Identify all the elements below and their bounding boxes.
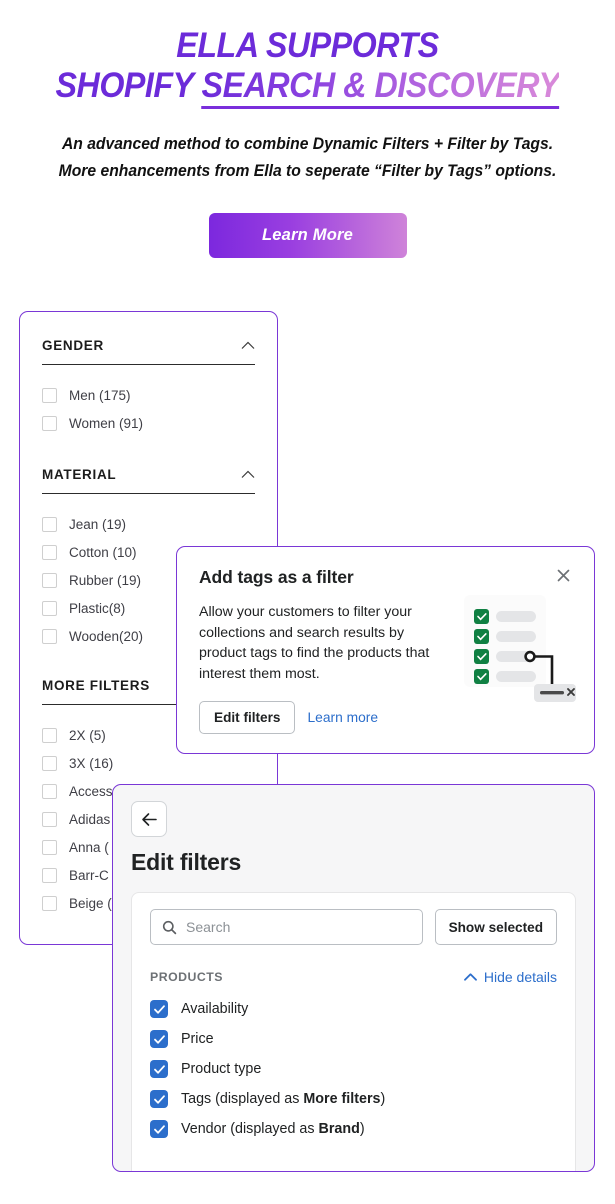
checkbox-checked-icon[interactable] bbox=[150, 1060, 168, 1078]
list-item[interactable]: Tags (displayed as More filters) bbox=[150, 1084, 557, 1114]
edit-filters-card: Show selected PRODUCTS Hide details Avai… bbox=[131, 892, 576, 1171]
subtitle-line-2: More enhancements from Ella to seperate … bbox=[58, 161, 557, 180]
checkbox-icon[interactable] bbox=[42, 839, 57, 855]
learn-more-button[interactable]: Learn More bbox=[208, 212, 407, 258]
filter-option[interactable]: Women (91) bbox=[42, 409, 255, 437]
search-box[interactable] bbox=[150, 909, 423, 945]
filter-option-label: Beige ( bbox=[69, 895, 112, 911]
title-line-1: ELLA SUPPORTS bbox=[25, 26, 591, 66]
chevron-up-icon[interactable] bbox=[241, 470, 255, 479]
check-icon bbox=[153, 1034, 165, 1044]
filter-option-label: Jean (19) bbox=[69, 516, 127, 532]
list-item[interactable]: Availability bbox=[150, 994, 557, 1024]
checkbox-checked-icon[interactable] bbox=[150, 1030, 168, 1048]
list-item[interactable]: Price bbox=[150, 1024, 557, 1054]
list-item-label: Vendor (displayed as Brand) bbox=[181, 1121, 365, 1137]
filter-option-label: Men (175) bbox=[69, 387, 131, 403]
add-tags-title: Add tags as a filter bbox=[199, 567, 354, 587]
edit-filters-panel: Edit filters Show selected PRODUCTS Hide… bbox=[112, 784, 595, 1172]
hide-details-label: Hide details bbox=[483, 969, 557, 985]
add-tags-card: Add tags as a filter Allow your customer… bbox=[176, 546, 595, 754]
checkbox-icon[interactable] bbox=[42, 387, 57, 403]
filter-group-title-more-filters: MORE FILTERS bbox=[42, 678, 150, 693]
filter-group-title-gender: GENDER bbox=[42, 338, 104, 353]
filter-option[interactable]: Men (175) bbox=[42, 381, 255, 409]
list-item[interactable]: Vendor (displayed as Brand) bbox=[150, 1114, 557, 1144]
list-item-label: Product type bbox=[181, 1061, 262, 1077]
checkbox-icon[interactable] bbox=[42, 516, 57, 532]
filter-option-label: Wooden(20) bbox=[69, 628, 144, 644]
page-root: ELLA SUPPORTS SHOPIFY SEARCH & DISCOVERY… bbox=[0, 0, 615, 1204]
list-item-label: Availability bbox=[181, 1001, 249, 1017]
checkbox-icon[interactable] bbox=[42, 867, 57, 883]
list-item-label: Tags (displayed as More filters) bbox=[181, 1091, 386, 1107]
checkbox-icon[interactable] bbox=[42, 600, 57, 616]
filter-option-label: Plastic(8) bbox=[69, 600, 126, 616]
checkbox-icon[interactable] bbox=[42, 544, 57, 560]
checkbox-checked-icon[interactable] bbox=[150, 1000, 168, 1018]
show-selected-button[interactable]: Show selected bbox=[434, 909, 557, 945]
check-icon bbox=[153, 1064, 165, 1074]
search-icon bbox=[162, 920, 177, 934]
subtitle-line-1: An advanced method to combine Dynamic Fi… bbox=[61, 135, 554, 154]
add-tags-description: Allow your customers to filter your coll… bbox=[199, 604, 430, 682]
title-shopify-text: SHOPIFY bbox=[55, 65, 202, 105]
chevron-up-icon[interactable] bbox=[241, 341, 255, 350]
add-tags-header: Add tags as a filter bbox=[199, 567, 572, 588]
checkbox-icon[interactable] bbox=[42, 783, 57, 799]
filter-option-label: 3X (16) bbox=[69, 755, 114, 771]
search-input[interactable] bbox=[186, 919, 411, 935]
back-button[interactable] bbox=[131, 801, 167, 837]
filter-group-header-gender[interactable]: GENDER bbox=[42, 338, 255, 365]
hero-section: ELLA SUPPORTS SHOPIFY SEARCH & DISCOVERY… bbox=[0, 0, 615, 258]
filter-option-label: Adidas bbox=[69, 811, 111, 827]
filter-option-label: Access bbox=[69, 783, 113, 799]
checkbox-icon[interactable] bbox=[42, 895, 57, 911]
title-line-1-text: ELLA SUPPORTS bbox=[176, 26, 439, 65]
check-icon bbox=[153, 1124, 165, 1134]
list-item[interactable]: Product type bbox=[150, 1054, 557, 1084]
checkbox-checked-icon[interactable] bbox=[150, 1090, 168, 1108]
filter-option-label: 2X (5) bbox=[69, 727, 106, 743]
filter-option-label: Rubber (19) bbox=[69, 572, 142, 588]
check-icon bbox=[153, 1094, 165, 1104]
title-gradient-text: SEARCH & DISCOVERY bbox=[201, 65, 560, 109]
checkbox-icon[interactable] bbox=[42, 727, 57, 743]
products-checkbox-list: Availability Price Product type Tags (di… bbox=[150, 994, 557, 1144]
filter-group-header-material[interactable]: MATERIAL bbox=[42, 467, 255, 494]
checkbox-icon[interactable] bbox=[42, 755, 57, 771]
filter-group-title-material: MATERIAL bbox=[42, 467, 117, 482]
products-section-label: PRODUCTS bbox=[150, 970, 224, 984]
filter-option-label: Anna ( bbox=[69, 839, 109, 855]
page-title: ELLA SUPPORTS SHOPIFY SEARCH & DISCOVERY bbox=[25, 26, 591, 109]
tag-filter-illustration bbox=[464, 595, 576, 702]
list-item-label: Price bbox=[181, 1031, 214, 1047]
filter-option-label: Barr-C bbox=[69, 867, 109, 883]
chevron-up-icon bbox=[463, 973, 477, 981]
cta-wrapper: Learn More bbox=[0, 212, 615, 258]
check-icon bbox=[153, 1004, 165, 1014]
checkbox-icon[interactable] bbox=[42, 572, 57, 588]
filter-option-label: Women (91) bbox=[69, 415, 144, 431]
edit-filters-title: Edit filters bbox=[131, 849, 242, 875]
search-row: Show selected bbox=[150, 909, 557, 945]
edit-filters-button[interactable]: Edit filters bbox=[199, 701, 296, 735]
products-section-header: PRODUCTS Hide details bbox=[150, 969, 557, 985]
checkbox-icon[interactable] bbox=[42, 628, 57, 644]
checkbox-icon[interactable] bbox=[42, 811, 57, 827]
checkbox-icon[interactable] bbox=[42, 415, 57, 431]
title-line-2: SHOPIFY SEARCH & DISCOVERY bbox=[25, 65, 591, 109]
filter-options-gender: Men (175) Women (91) bbox=[42, 365, 255, 437]
close-icon[interactable] bbox=[555, 567, 572, 584]
learn-more-link[interactable]: Learn more bbox=[307, 710, 378, 725]
hide-details-toggle[interactable]: Hide details bbox=[463, 969, 557, 985]
checkbox-checked-icon[interactable] bbox=[150, 1120, 168, 1138]
filter-option-label: Cotton (10) bbox=[69, 544, 137, 560]
hero-subtitle: An advanced method to combine Dynamic Fi… bbox=[15, 131, 599, 184]
arrow-left-icon bbox=[141, 812, 157, 826]
filter-option[interactable]: Jean (19) bbox=[42, 510, 255, 538]
